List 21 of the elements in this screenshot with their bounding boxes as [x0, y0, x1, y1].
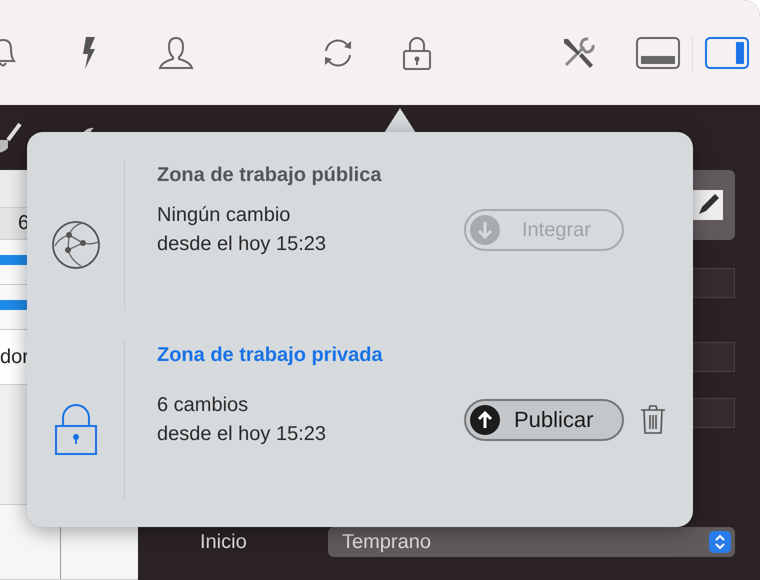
timestamp: desde el hoy 15:23	[157, 422, 328, 447]
lock-icon[interactable]	[402, 34, 432, 70]
section-title: Zona de trabajo pública	[157, 164, 382, 187]
list-item[interactable]: dor	[0, 346, 29, 368]
stepper-icon	[709, 531, 731, 553]
publish-button[interactable]: Publicar	[464, 399, 624, 441]
section-title: Zona de trabajo privada	[157, 344, 383, 367]
brush-icon[interactable]	[0, 122, 22, 154]
trash-icon[interactable]	[640, 405, 666, 435]
field-label: Inicio	[200, 530, 248, 554]
pencil-icon	[693, 190, 723, 220]
lightning-icon[interactable]	[80, 34, 98, 70]
network-globe-icon	[50, 220, 100, 270]
change-status: Ningún cambio	[157, 203, 292, 228]
change-status: 6 cambios	[157, 393, 250, 418]
bottom-panel-toggle[interactable]	[636, 36, 680, 68]
lock-icon	[54, 404, 96, 456]
dropdown[interactable]: Temprano	[328, 527, 735, 557]
side-panel-toggle[interactable]	[705, 36, 749, 68]
timestamp: desde el hoy 15:23	[157, 232, 328, 257]
user-icon[interactable]	[158, 34, 194, 70]
